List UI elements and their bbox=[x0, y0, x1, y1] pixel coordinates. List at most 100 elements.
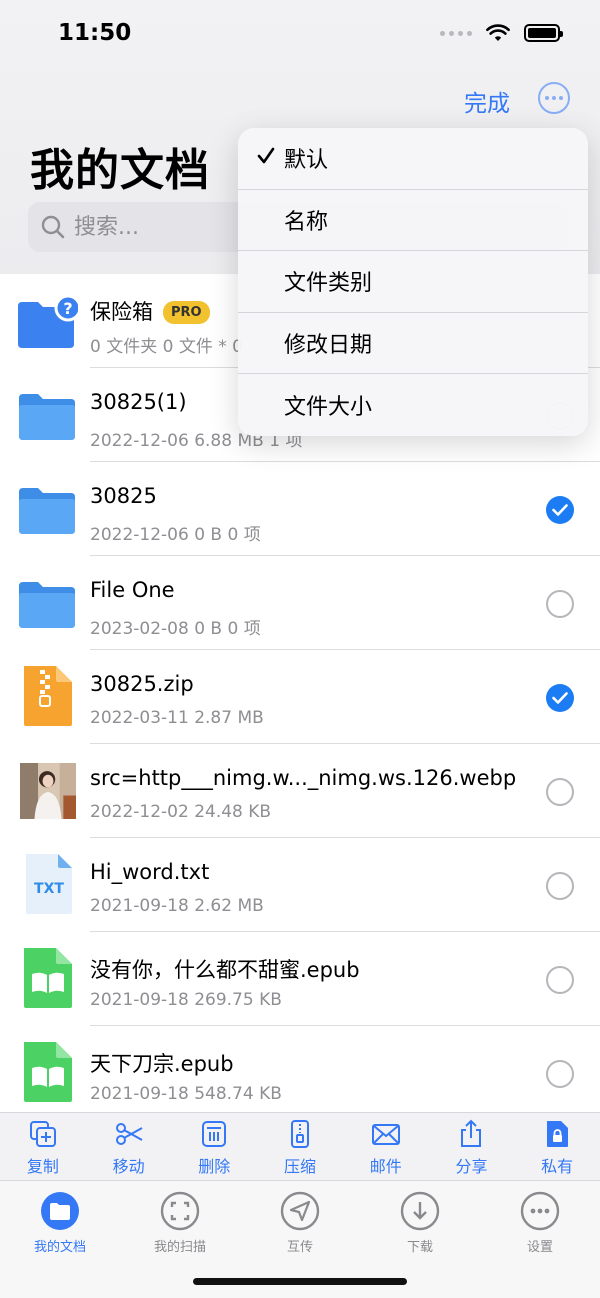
mail-icon bbox=[371, 1124, 400, 1145]
private-button[interactable]: 私有 bbox=[514, 1113, 600, 1180]
share-button[interactable]: 分享 bbox=[429, 1113, 515, 1180]
sort-option-default[interactable]: 默认 bbox=[238, 128, 588, 190]
move-button[interactable]: 移动 bbox=[86, 1113, 172, 1180]
mail-label: 邮件 bbox=[369, 1157, 402, 1176]
file-name: File One bbox=[90, 578, 175, 602]
move-label: 移动 bbox=[112, 1157, 145, 1176]
select-checkbox[interactable] bbox=[546, 684, 574, 712]
sort-option-label: 修改日期 bbox=[284, 333, 373, 359]
sort-option-label: 名称 bbox=[284, 209, 329, 235]
home-indicator bbox=[193, 1278, 407, 1285]
txt-file-icon: TXT bbox=[26, 854, 72, 914]
share-icon bbox=[461, 1119, 482, 1147]
compress-button[interactable]: 压缩 bbox=[257, 1113, 343, 1180]
list-item[interactable]: 30825.zip 2022-03-11 2.87 MB bbox=[0, 650, 600, 744]
sort-option-label: 默认 bbox=[284, 148, 329, 174]
tab-my-docs[interactable]: 我的文档 bbox=[0, 1181, 120, 1298]
select-checkbox[interactable] bbox=[546, 966, 574, 994]
select-checkbox[interactable] bbox=[546, 872, 574, 900]
sort-option-name[interactable]: 名称 bbox=[238, 190, 588, 252]
copy-button[interactable]: 复制 bbox=[0, 1113, 86, 1180]
tab-label: 我的文档 bbox=[33, 1240, 86, 1255]
compress-label: 压缩 bbox=[284, 1157, 317, 1176]
file-meta: 2021-09-18 548.74 KB bbox=[90, 1084, 282, 1104]
locked-file-icon bbox=[547, 1121, 569, 1147]
tab-label: 我的扫描 bbox=[153, 1240, 206, 1255]
status-time: 11:50 bbox=[58, 20, 132, 46]
image-thumbnail bbox=[20, 763, 76, 819]
tab-label: 互传 bbox=[286, 1240, 313, 1255]
file-name: 保险箱 PRO bbox=[90, 296, 210, 326]
file-meta: 0 文件夹 0 文件 * 0 bbox=[90, 337, 243, 357]
checkmark-icon bbox=[257, 147, 275, 164]
folder-icon bbox=[41, 1192, 79, 1230]
list-item[interactable]: 天下刀宗.epub 2021-09-18 548.74 KB bbox=[0, 1026, 600, 1120]
file-meta: 2022-12-06 0 B 0 项 bbox=[90, 525, 261, 545]
file-name: 天下刀宗.epub bbox=[90, 1052, 234, 1076]
file-meta: 2021-09-18 269.75 KB bbox=[90, 990, 282, 1010]
folder-icon bbox=[19, 488, 75, 534]
mail-button[interactable]: 邮件 bbox=[343, 1113, 429, 1180]
epub-file-icon bbox=[24, 948, 72, 1008]
sort-option-type[interactable]: 文件类别 bbox=[238, 251, 588, 313]
page-title: 我的文档 bbox=[30, 145, 210, 196]
sort-option-label: 文件大小 bbox=[284, 395, 373, 421]
pro-badge: PRO bbox=[163, 301, 210, 324]
download-icon bbox=[400, 1191, 440, 1231]
file-meta: 2023-02-08 0 B 0 项 bbox=[90, 619, 261, 639]
zip-file-icon bbox=[24, 666, 72, 726]
share-label: 分享 bbox=[455, 1157, 488, 1176]
search-icon bbox=[41, 215, 65, 239]
paper-plane-icon bbox=[280, 1191, 320, 1231]
file-name: 没有你，什么都不甜蜜.epub bbox=[90, 958, 360, 982]
action-toolbar: 复制 移动 删除 压缩 邮件 分享 私有 bbox=[0, 1112, 600, 1180]
file-name: 30825(1) bbox=[90, 390, 187, 414]
scissors-icon bbox=[115, 1123, 143, 1145]
folder-icon bbox=[19, 582, 75, 628]
select-checkbox[interactable] bbox=[546, 1060, 574, 1088]
list-item[interactable]: src=http___nimg.w..._nimg.ws.126.webp 20… bbox=[0, 744, 600, 838]
vault-folder-icon: ? bbox=[18, 294, 78, 348]
tab-settings[interactable]: 设置 bbox=[480, 1181, 600, 1298]
done-button[interactable]: 完成 bbox=[464, 84, 510, 118]
copy-icon bbox=[29, 1121, 56, 1147]
file-name: 30825.zip bbox=[90, 672, 194, 696]
delete-button[interactable]: 删除 bbox=[171, 1113, 257, 1180]
file-meta: 2022-12-02 24.48 KB bbox=[90, 802, 272, 822]
checkmark-icon bbox=[552, 692, 568, 704]
sort-menu: 默认 名称 文件类别 修改日期 文件大小 bbox=[238, 128, 588, 436]
copy-label: 复制 bbox=[26, 1157, 59, 1176]
file-name: src=http___nimg.w..._nimg.ws.126.webp bbox=[90, 766, 517, 790]
list-item[interactable]: File One 2023-02-08 0 B 0 项 bbox=[0, 556, 600, 650]
checkmark-icon bbox=[552, 504, 568, 516]
tab-label: 下载 bbox=[406, 1240, 433, 1255]
folder-icon bbox=[19, 394, 75, 440]
select-checkbox[interactable] bbox=[546, 496, 574, 524]
list-item[interactable]: 没有你，什么都不甜蜜.epub 2021-09-18 269.75 KB bbox=[0, 932, 600, 1026]
file-meta: 2021-09-18 2.62 MB bbox=[90, 896, 264, 916]
delete-label: 删除 bbox=[198, 1157, 231, 1176]
cellular-signal-icon bbox=[440, 30, 472, 36]
sort-option-date[interactable]: 修改日期 bbox=[238, 313, 588, 375]
private-label: 私有 bbox=[541, 1157, 574, 1176]
svg-text:?: ? bbox=[63, 299, 72, 318]
file-name: Hi_word.txt bbox=[90, 860, 210, 884]
battery-icon bbox=[524, 24, 563, 42]
sort-option-size[interactable]: 文件大小 bbox=[238, 374, 588, 436]
list-item[interactable]: 30825 2022-12-06 0 B 0 项 bbox=[0, 462, 600, 556]
more-circle-icon bbox=[520, 1191, 560, 1231]
more-options-button[interactable] bbox=[538, 82, 570, 114]
trash-icon bbox=[202, 1121, 227, 1147]
list-item[interactable]: TXT Hi_word.txt 2021-09-18 2.62 MB bbox=[0, 838, 600, 932]
archive-icon bbox=[291, 1120, 310, 1148]
scan-icon bbox=[160, 1191, 200, 1231]
svg-text:TXT: TXT bbox=[34, 881, 64, 897]
file-meta: 2022-03-11 2.87 MB bbox=[90, 708, 264, 728]
wifi-icon bbox=[486, 24, 510, 41]
epub-file-icon bbox=[24, 1042, 72, 1102]
status-icons bbox=[440, 24, 563, 42]
file-name: 30825 bbox=[90, 484, 157, 508]
select-checkbox[interactable] bbox=[546, 590, 574, 618]
select-checkbox[interactable] bbox=[546, 778, 574, 806]
sort-option-label: 文件类别 bbox=[284, 271, 373, 297]
